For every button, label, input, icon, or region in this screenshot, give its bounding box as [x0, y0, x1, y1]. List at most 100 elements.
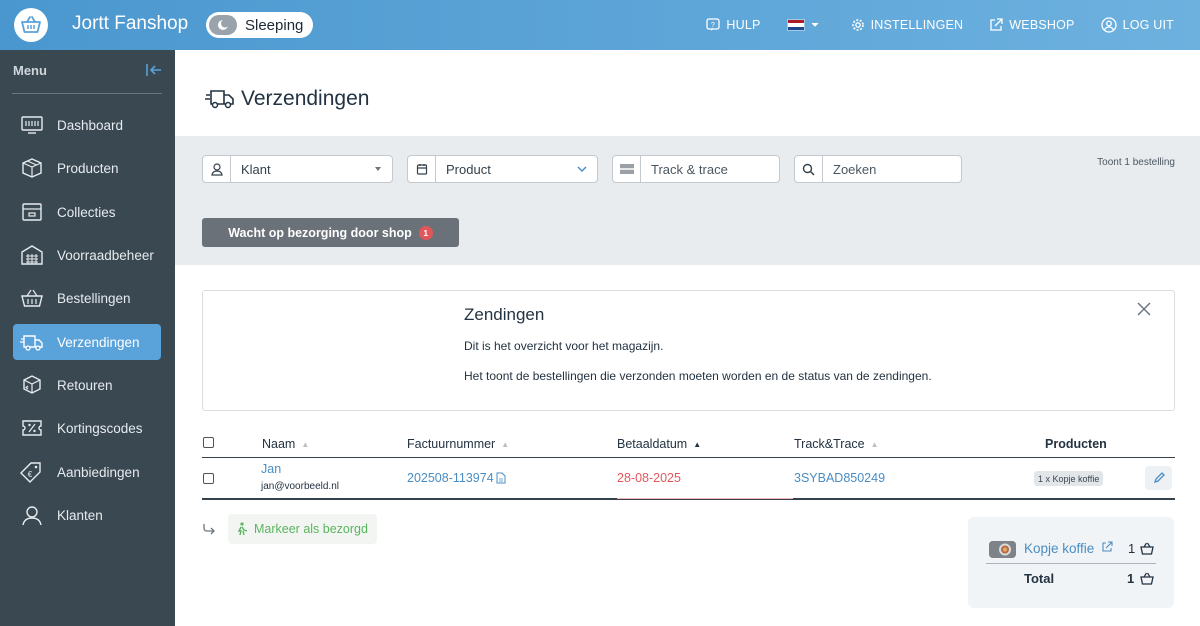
- sidebar-item-label: Verzendingen: [57, 334, 140, 350]
- sort-icon: ▲: [301, 439, 310, 449]
- webshop-link[interactable]: WEBSHOP: [989, 18, 1074, 32]
- sidebar-item-label: Voorraadbeheer: [57, 247, 154, 263]
- column-name[interactable]: Naam ▲: [262, 437, 309, 451]
- sidebar-item-voorraadbeheer[interactable]: Voorraadbeheer: [13, 237, 161, 273]
- return-box-icon: [23, 375, 41, 394]
- moon-icon: [218, 19, 229, 30]
- sidebar-item-dashboard[interactable]: Dashboard: [13, 107, 161, 143]
- language-selector[interactable]: [786, 19, 825, 31]
- column-label: Naam: [262, 437, 296, 451]
- product-quantity: 1: [1128, 541, 1136, 556]
- user-icon: [22, 506, 42, 526]
- sidebar-item-retouren[interactable]: Retouren: [13, 367, 161, 403]
- close-icon[interactable]: [1137, 302, 1151, 316]
- collapse-sidebar-icon[interactable]: [145, 62, 163, 78]
- select-all-checkbox[interactable]: [203, 437, 214, 448]
- help-icon: ?: [706, 18, 721, 31]
- truck-icon: [20, 335, 43, 351]
- date-warning-line: [617, 498, 793, 499]
- track-trace-filter[interactable]: Track & trace: [612, 155, 780, 183]
- sort-icon: ▲: [870, 439, 879, 449]
- table-row: Jan jan@voorbeeld.nl 202508-113974 28-08…: [202, 458, 1175, 500]
- sort-active-icon: ▲: [693, 439, 702, 449]
- status-filter-button[interactable]: Wacht op bezorging door shop 1: [202, 218, 459, 247]
- pencil-icon: [1153, 472, 1165, 484]
- summary-divider: [986, 563, 1156, 564]
- column-paid-date[interactable]: Betaaldatum ▲: [617, 437, 701, 451]
- basket-icon: [1140, 542, 1154, 555]
- sidebar-item-bestellingen[interactable]: Bestellingen: [13, 280, 161, 316]
- sidebar-item-klanten[interactable]: Klanten: [13, 497, 161, 533]
- external-link-icon: [990, 18, 1003, 31]
- top-bar: Jortt Fanshop Sleeping ? HULP INSTELLING…: [0, 0, 1200, 50]
- svg-text:€: €: [28, 470, 33, 479]
- column-invoice[interactable]: Factuurnummer ▲: [407, 437, 509, 451]
- shop-status-toggle[interactable]: Sleeping: [206, 12, 314, 38]
- delivery-person-icon: [237, 522, 248, 536]
- edit-button[interactable]: [1145, 466, 1172, 490]
- help-link[interactable]: ? HULP: [706, 18, 760, 32]
- product-link[interactable]: Kopje koffie: [1024, 541, 1113, 556]
- status-label: Sleeping: [245, 16, 304, 34]
- webshop-label: WEBSHOP: [1009, 18, 1075, 32]
- status-filter-label: Wacht op bezorging door shop: [228, 225, 412, 240]
- page-title: Verzendingen: [241, 87, 370, 110]
- sidebar-item-label: Kortingscodes: [57, 420, 143, 436]
- settings-link[interactable]: INSTELLINGEN: [851, 18, 964, 32]
- column-label: Producten: [1045, 437, 1107, 451]
- corner-arrow-icon: [203, 524, 215, 535]
- percent-tag-icon: [22, 420, 42, 436]
- settings-label: INSTELLINGEN: [870, 18, 964, 32]
- logout-link[interactable]: LOG UIT: [1100, 17, 1174, 33]
- help-label: HULP: [726, 18, 761, 32]
- sidebar-heading: Menu: [13, 63, 47, 78]
- row-checkbox[interactable]: [203, 473, 214, 484]
- euro-tag-icon: €: [20, 462, 41, 483]
- folder-icon: [22, 203, 42, 221]
- paid-date: 28-08-2025: [617, 471, 681, 485]
- chevron-down-icon: [577, 165, 587, 172]
- sidebar-divider: [12, 93, 162, 94]
- total-label: Total: [1024, 571, 1055, 586]
- column-track[interactable]: Track&Trace ▲: [794, 437, 879, 451]
- info-panel: Zendingen Dit is het overzicht voor het …: [202, 290, 1175, 411]
- bulk-actions: Markeer als bezorgd: [202, 514, 377, 544]
- customer-filter-value: Klant: [241, 161, 271, 177]
- sidebar-item-producten[interactable]: Producten: [13, 150, 161, 186]
- dutch-flag-icon: [786, 19, 805, 31]
- invoice-number: 202508-113974: [407, 471, 494, 485]
- document-icon: [496, 472, 506, 484]
- sidebar: Menu Dashboard Producten Collecties Voor…: [0, 50, 175, 626]
- basket-icon: [1140, 572, 1154, 585]
- sidebar-item-aanbiedingen[interactable]: € Aanbiedingen: [13, 454, 161, 490]
- search-filter[interactable]: Zoeken: [794, 155, 962, 183]
- external-link-icon: [1102, 541, 1113, 552]
- filter-bar: Klant Product Track & trace Zoeken Toont…: [175, 136, 1200, 265]
- mark-delivered-button[interactable]: Markeer als bezorgd: [228, 514, 377, 544]
- sidebar-item-kortingscodes[interactable]: Kortingscodes: [13, 410, 161, 446]
- track-trace-link[interactable]: 3SYBAD850249: [794, 471, 885, 485]
- shop-name: Jortt Fanshop: [72, 13, 189, 34]
- invoice-link[interactable]: 202508-113974: [407, 471, 506, 485]
- column-products: Producten: [1045, 437, 1107, 451]
- sidebar-item-label: Producten: [57, 160, 119, 176]
- product-filter[interactable]: Product: [407, 155, 598, 183]
- box-icon: [22, 158, 42, 178]
- user-filter-icon: [203, 156, 231, 182]
- shop-logo[interactable]: [14, 8, 48, 42]
- customer-name-link[interactable]: Jan: [261, 462, 281, 476]
- total-quantity: 1: [1127, 571, 1135, 586]
- sidebar-item-label: Dashboard: [57, 117, 124, 133]
- mark-delivered-label: Markeer als bezorgd: [254, 522, 368, 536]
- track-trace-input: Track & trace: [651, 161, 728, 177]
- sidebar-item-verzendingen[interactable]: Verzendingen: [13, 324, 161, 360]
- basket-icon: [21, 289, 43, 307]
- customer-filter[interactable]: Klant: [202, 155, 393, 183]
- info-title: Zendingen: [464, 305, 545, 324]
- sidebar-item-label: Aanbiedingen: [57, 464, 140, 480]
- result-count: Toont 1 bestelling: [1097, 157, 1175, 168]
- calendar-icon: [408, 156, 436, 182]
- sidebar-item-label: Bestellingen: [57, 290, 131, 306]
- sidebar-item-collecties[interactable]: Collecties: [13, 194, 161, 230]
- search-input: Zoeken: [833, 161, 877, 177]
